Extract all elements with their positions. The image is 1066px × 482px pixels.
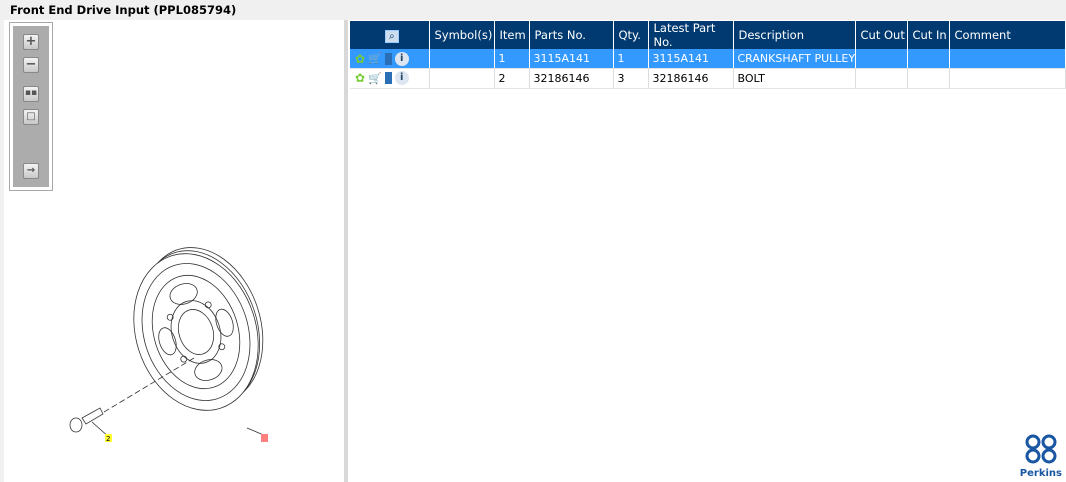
pulley-drawing [69,247,267,439]
zoom-in-icon[interactable]: + [23,34,39,50]
column-header-cut-in[interactable]: Cut In [907,21,950,49]
perkins-emblem-icon [1025,434,1057,464]
cart-icon[interactable]: 🛒 [368,72,382,85]
drawing-panel: 2 + − ▪▪ □ → [4,20,344,482]
page-title: Front End Drive Input (PPL085794) [10,3,237,17]
info-icon[interactable]: i [394,51,409,66]
column-header-parts-no[interactable]: Parts No. [529,21,614,49]
column-header-latest-part-no[interactable]: Latest Part No. [648,21,734,49]
callout-2[interactable]: 2 [106,435,110,443]
column-header-item[interactable]: Item [494,21,530,49]
parts-list-panel: ⌕ Symbol(s) Item Parts No. Qty. Latest P… [348,20,1066,482]
info-icon[interactable]: i [394,71,409,86]
column-header-comment[interactable]: Comment [949,21,1066,49]
gear-icon[interactable]: ✿ [355,52,365,66]
column-header-qty[interactable]: Qty. [613,21,649,49]
column-header-search[interactable]: ⌕ [350,21,430,49]
view-toolbar: + − ▪▪ □ → [9,22,53,191]
callout-1[interactable] [261,434,268,442]
exploded-diagram: 2 [69,247,268,443]
zoom-out-icon[interactable]: − [23,57,39,73]
manual-icon[interactable] [384,72,392,85]
parts-table: ⌕ Symbol(s) Item Parts No. Qty. Latest P… [350,21,1066,89]
table-row[interactable]: ✿ 🛒 i 2 32186146 3 32186146 BOLT [350,68,1066,89]
gear-icon[interactable]: ✿ [355,71,365,85]
fit-all-icon[interactable]: ▪▪ [23,86,39,102]
perkins-logo: Perkins [1020,433,1062,479]
table-row[interactable]: ✿ 🛒 i 1 3115A141 1 3115A141 CRANKSHAFT PUL… [350,49,1066,69]
export-icon[interactable]: → [23,163,39,179]
fit-window-icon[interactable]: □ [23,109,39,125]
cart-icon[interactable]: 🛒 [368,52,382,65]
column-header-cut-out[interactable]: Cut Out [855,21,908,49]
search-icon[interactable]: ⌕ [384,29,399,43]
manual-icon[interactable] [384,52,392,65]
column-header-description[interactable]: Description [733,21,856,49]
column-header-symbols[interactable]: Symbol(s) [429,21,495,49]
